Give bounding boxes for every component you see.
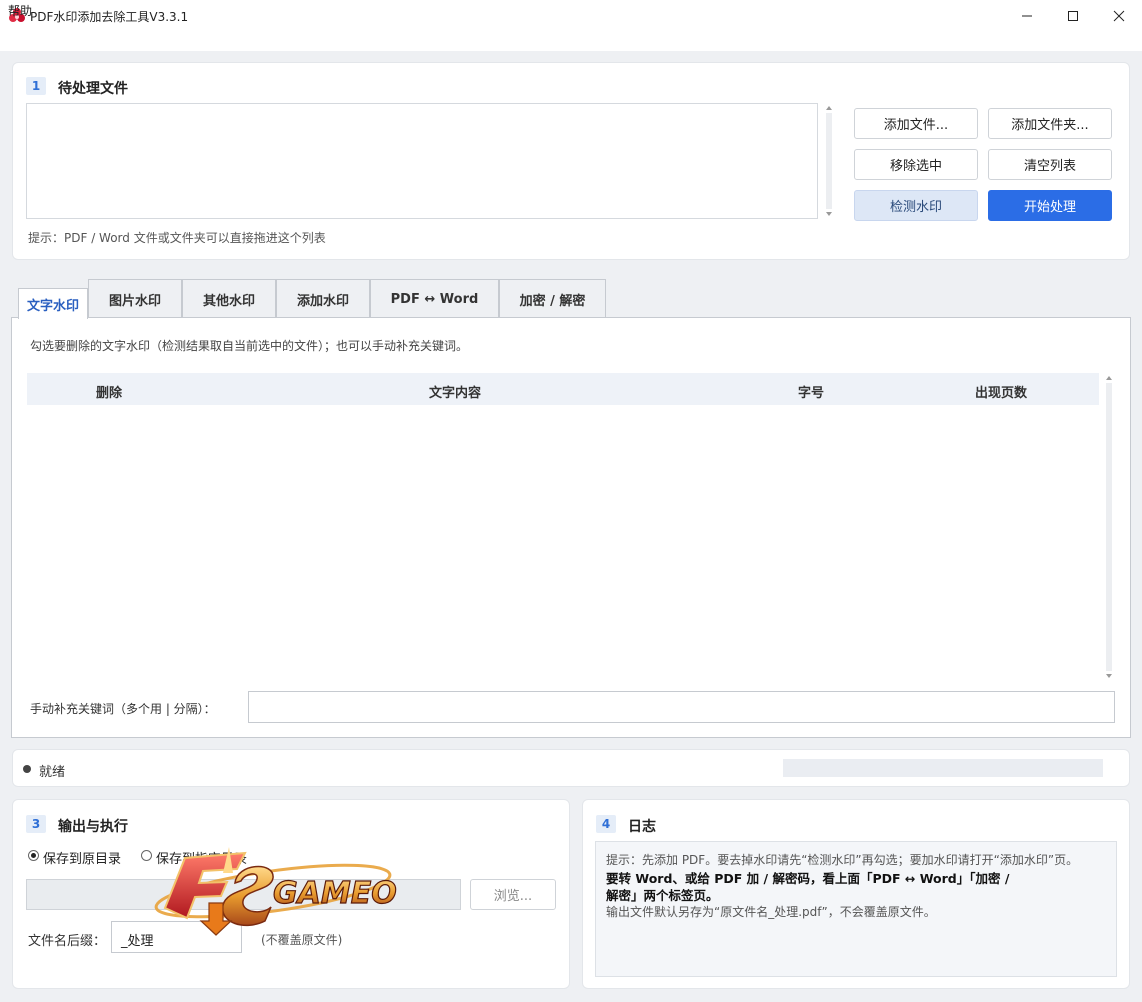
clear-list-button[interactable]: 清空列表 <box>988 149 1112 180</box>
maximize-icon <box>1068 10 1078 21</box>
close-icon <box>1113 10 1125 21</box>
file-list[interactable] <box>26 103 818 219</box>
table-scrollbar[interactable] <box>1103 373 1115 681</box>
keyword-input[interactable] <box>248 691 1115 723</box>
logo-text: GAMEO <box>273 876 397 911</box>
section-title: 待处理文件 <box>58 81 128 97</box>
close-button[interactable] <box>1096 0 1142 31</box>
log-line: 解密」两个标签页。 <box>606 888 719 903</box>
minimize-icon <box>1022 15 1032 16</box>
section-number: 3 <box>26 815 46 833</box>
tab-encrypt-decrypt[interactable]: 加密 / 解密 <box>499 279 606 318</box>
column-header-delete[interactable]: 删除 <box>96 382 122 401</box>
section-title: 输出与执行 <box>58 819 128 835</box>
column-header-text[interactable]: 文字内容 <box>429 382 481 401</box>
file-list-scrollbar[interactable] <box>823 103 835 219</box>
browse-button[interactable]: 浏览... <box>470 879 556 910</box>
table-header <box>27 373 1099 405</box>
tab-description: 勾选要删除的文字水印（检测结果取自当前选中的文件）；也可以手动补充关键词。 <box>30 339 469 353</box>
column-header-pages[interactable]: 出现页数 <box>975 382 1027 401</box>
keyword-label: 手动补充关键词（多个用 | 分隔）： <box>30 702 216 716</box>
menu-bar <box>0 31 1142 51</box>
status-dot-icon <box>23 765 31 773</box>
suffix-label: 文件名后缀： <box>28 934 107 949</box>
add-folder-button[interactable]: 添加文件夹... <box>988 108 1112 139</box>
section-title: 日志 <box>628 819 656 835</box>
gameo-logo: GAMEO <box>154 847 397 936</box>
add-file-button[interactable]: 添加文件... <box>854 108 978 139</box>
tab-add-watermark[interactable]: 添加水印 <box>276 279 370 318</box>
tab-pdf-word[interactable]: PDF ↔ Word <box>370 279 499 318</box>
log-line: 输出文件默认另存为“原文件名_处理.pdf”，不会覆盖原文件。 <box>606 905 936 919</box>
section-number: 1 <box>26 77 46 95</box>
maximize-button[interactable] <box>1050 0 1096 31</box>
tab-image-watermark[interactable]: 图片水印 <box>88 279 182 318</box>
radio-save-original[interactable] <box>28 850 39 861</box>
status-text: 就绪 <box>39 765 66 780</box>
start-processing-button[interactable]: 开始处理 <box>988 190 1112 221</box>
tab-text-watermark[interactable]: 文字水印 <box>18 288 88 319</box>
remove-selected-button[interactable]: 移除选中 <box>854 149 978 180</box>
menu-help[interactable]: 帮助 <box>8 2 32 19</box>
radio-save-original-label[interactable]: 保存到原目录 <box>43 848 121 867</box>
column-header-size[interactable]: 字号 <box>798 382 824 401</box>
window-title: PDF水印添加去除工具V3.3.1 <box>30 10 189 24</box>
drag-hint: 提示：PDF / Word 文件或文件夹可以直接拖进这个列表 <box>28 231 326 245</box>
section-number: 4 <box>596 815 616 833</box>
progress-bar <box>783 759 1103 777</box>
minimize-button[interactable] <box>1004 0 1050 31</box>
log-line: 提示：先添加 PDF。要去掉水印请先“检测水印”再勾选；要加水印请打开“添加水印… <box>606 853 1079 867</box>
tab-other-watermark[interactable]: 其他水印 <box>182 279 276 318</box>
detect-watermark-button[interactable]: 检测水印 <box>854 190 978 221</box>
